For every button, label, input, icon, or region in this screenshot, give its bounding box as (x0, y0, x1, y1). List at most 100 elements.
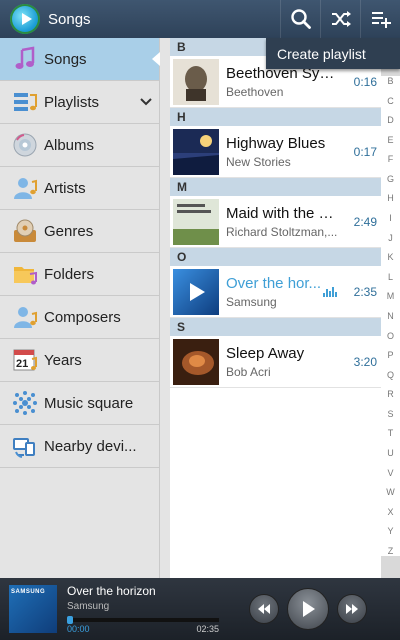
song-title: Over the hor... (226, 274, 322, 292)
drawer-item-label: Artists (44, 179, 86, 197)
song-duration: 0:17 (353, 144, 377, 159)
index-letter[interactable]: G (387, 174, 394, 184)
song-artist: Richard Stoltzman,... (226, 224, 338, 239)
progress-handle[interactable] (67, 616, 74, 624)
drawer-item-songs[interactable]: Songs (0, 38, 160, 81)
index-letter[interactable]: S (387, 409, 393, 419)
index-letter[interactable]: W (386, 487, 395, 497)
alphabet-index[interactable]: BCDEFGHIJKLMNOPQRSTUVWXYZ (381, 76, 400, 556)
genres-icon (12, 218, 38, 244)
album-art (173, 268, 219, 315)
drawer-item-composers[interactable]: Composers (0, 296, 159, 339)
album-art (173, 338, 219, 385)
shuffle-icon (331, 11, 351, 27)
drawer-item-label: Folders (44, 265, 95, 283)
previous-button[interactable] (249, 594, 279, 624)
music-note-icon (12, 46, 38, 72)
drawer-item-artists[interactable]: Artists (0, 167, 159, 210)
section-header: M (170, 178, 381, 196)
section-header: O (170, 248, 381, 266)
now-playing-title: Over the horizon (67, 584, 156, 598)
shuffle-button[interactable] (320, 0, 360, 38)
drawer-item-label: Songs (44, 50, 87, 68)
now-playing-artist: Samsung (67, 601, 110, 612)
total-time: 02:35 (196, 624, 219, 634)
music-app: Songs Create playlist Songs Playlists Al… (0, 0, 400, 640)
next-button[interactable] (337, 594, 367, 624)
composer-icon (12, 304, 38, 330)
drawer-item-folders[interactable]: Folders (0, 253, 159, 296)
song-duration: 2:35 (353, 284, 377, 299)
list-item[interactable]: Maid with the Fla... Richard Stoltzman,.… (170, 196, 381, 248)
search-icon (290, 9, 311, 29)
index-letter[interactable]: U (387, 448, 394, 458)
now-playing-album-art[interactable]: SAMSUNG (9, 585, 57, 633)
song-title: Sleep Away (226, 344, 305, 362)
play-button[interactable] (287, 588, 329, 630)
song-artist: New Stories (226, 154, 291, 169)
index-letter[interactable]: V (387, 468, 393, 478)
index-letter[interactable]: D (387, 115, 394, 125)
index-letter[interactable]: O (387, 331, 394, 341)
mini-player[interactable]: SAMSUNG Over the horizon Samsung 00:00 0… (0, 578, 400, 640)
index-letter[interactable]: E (387, 135, 393, 145)
playlists-icon (12, 89, 38, 115)
index-letter[interactable]: Z (388, 546, 394, 556)
index-letter[interactable]: F (388, 154, 394, 164)
index-letter[interactable]: L (388, 272, 393, 282)
album-disc-icon (12, 132, 38, 158)
drawer-item-label: Albums (44, 136, 95, 154)
page-title: Songs (48, 10, 91, 28)
drawer-item-albums[interactable]: Albums (0, 124, 159, 167)
create-playlist-menu-item[interactable]: Create playlist (266, 38, 400, 69)
drawer-item-nearby-devices[interactable]: Nearby devi... (0, 425, 159, 468)
song-list[interactable]: B Beethoven Symp... Beethoven 0:16 H Hig… (170, 38, 381, 578)
index-letter[interactable]: B (387, 76, 393, 86)
song-title: Highway Blues (226, 134, 326, 152)
artist-icon (12, 175, 38, 201)
progress-bar[interactable] (67, 616, 219, 624)
drawer-item-genres[interactable]: Genres (0, 210, 159, 253)
album-art (173, 128, 219, 175)
previous-icon (258, 604, 270, 614)
add-playlist-button[interactable] (360, 0, 400, 38)
song-title: Maid with the Fla... (226, 204, 341, 222)
index-letter[interactable]: T (388, 428, 394, 438)
drawer-item-years[interactable]: 21 Years (0, 339, 159, 382)
calendar-icon: 21 (12, 347, 38, 373)
drawer-divider (160, 38, 170, 578)
index-letter[interactable]: K (387, 252, 393, 262)
song-artist: Samsung (226, 294, 277, 309)
album-art-brand: SAMSUNG (11, 589, 46, 595)
section-header: S (170, 318, 381, 336)
list-item[interactable]: Sleep Away Bob Acri 3:20 (170, 336, 381, 388)
drawer-item-label: Years (44, 351, 82, 369)
folder-icon (12, 261, 38, 287)
index-letter[interactable]: I (389, 213, 392, 223)
song-duration: 0:16 (353, 74, 377, 89)
index-letter[interactable]: X (387, 507, 393, 517)
section-header: H (170, 108, 381, 126)
index-letter[interactable]: Q (387, 370, 394, 380)
drawer-item-playlists[interactable]: Playlists (0, 81, 159, 124)
index-letter[interactable]: M (387, 291, 395, 301)
index-letter[interactable]: R (387, 389, 394, 399)
index-letter[interactable]: J (388, 233, 393, 243)
drawer-item-music-square[interactable]: Music square (0, 382, 159, 425)
song-artist: Bob Acri (226, 364, 271, 379)
index-letter[interactable]: H (387, 193, 394, 203)
list-item[interactable]: Highway Blues New Stories 0:17 (170, 126, 381, 178)
music-app-icon[interactable] (10, 4, 40, 34)
current-time: 00:00 (67, 624, 90, 634)
drawer-item-label: Nearby devi... (44, 437, 137, 455)
list-item-now-playing[interactable]: Over the hor... Samsung 2:35 (170, 266, 381, 318)
index-letter[interactable]: P (387, 350, 393, 360)
index-letter[interactable]: C (387, 96, 394, 106)
nearby-devices-icon (12, 433, 38, 459)
next-icon (346, 604, 358, 614)
search-button[interactable] (280, 0, 320, 38)
chevron-down-icon[interactable] (133, 97, 159, 107)
index-letter[interactable]: Y (387, 526, 393, 536)
navigation-drawer: Songs Playlists Albums Artists Genres Fo… (0, 38, 160, 578)
index-letter[interactable]: N (387, 311, 394, 321)
